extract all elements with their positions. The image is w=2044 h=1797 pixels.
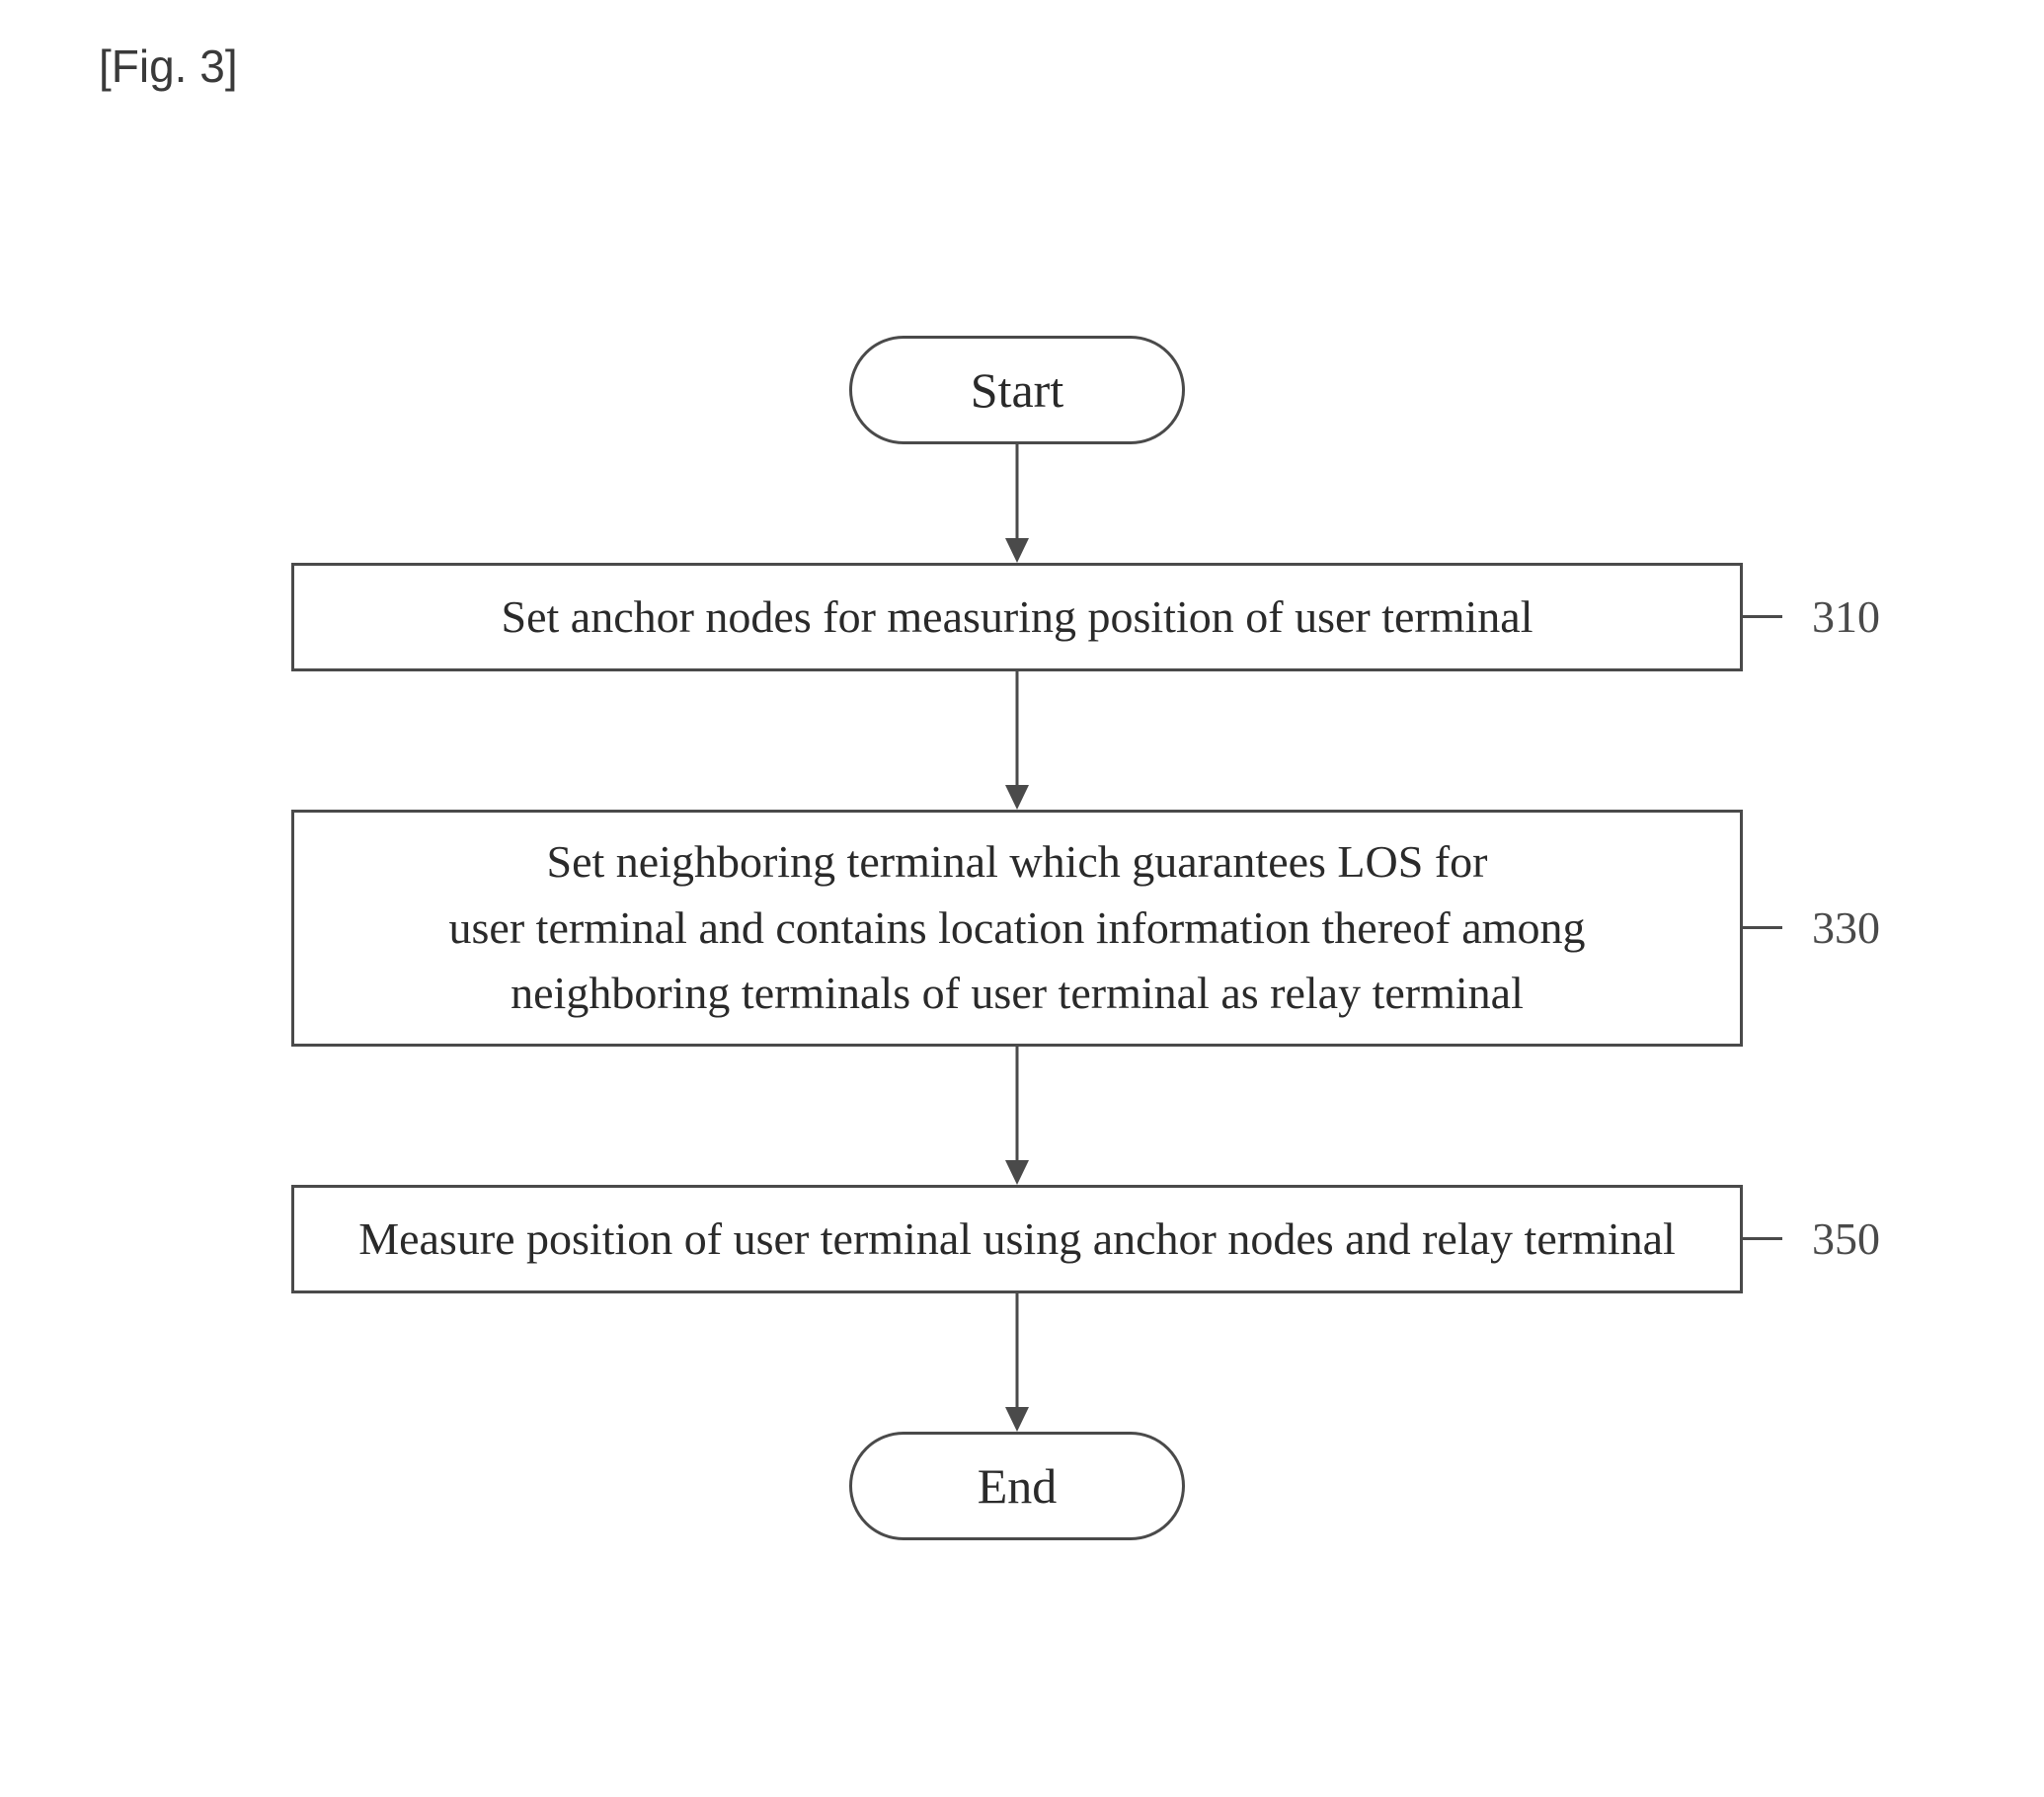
process-350-text: Measure position of user terminal using … <box>358 1207 1676 1273</box>
process-step-350: Measure position of user terminal using … <box>291 1185 1743 1293</box>
diagram-page: [Fig. 3] Start Set anchor nodes for meas… <box>0 0 2044 1797</box>
arrow-350-to-end <box>1015 1293 1019 1432</box>
arrow-310-to-330 <box>1015 671 1019 810</box>
step-label-310: 310 <box>1812 590 1880 643</box>
end-terminator: End <box>849 1432 1185 1540</box>
label-tick-330 <box>1743 926 1782 929</box>
end-text: End <box>978 1457 1058 1515</box>
step-label-330: 330 <box>1812 901 1880 954</box>
label-tick-350 <box>1743 1237 1782 1240</box>
process-step-310: Set anchor nodes for measuring position … <box>291 563 1743 671</box>
step-label-350: 350 <box>1812 1212 1880 1265</box>
arrow-start-to-310 <box>1015 444 1019 563</box>
arrow-330-to-350 <box>1015 1047 1019 1185</box>
start-text: Start <box>971 361 1063 419</box>
start-terminator: Start <box>849 336 1185 444</box>
process-step-330: Set neighboring terminal which guarantee… <box>291 810 1743 1047</box>
process-310-text: Set anchor nodes for measuring position … <box>502 585 1533 651</box>
label-tick-310 <box>1743 615 1782 618</box>
process-330-text: Set neighboring terminal which guarantee… <box>449 829 1586 1027</box>
figure-label: [Fig. 3] <box>99 39 238 93</box>
